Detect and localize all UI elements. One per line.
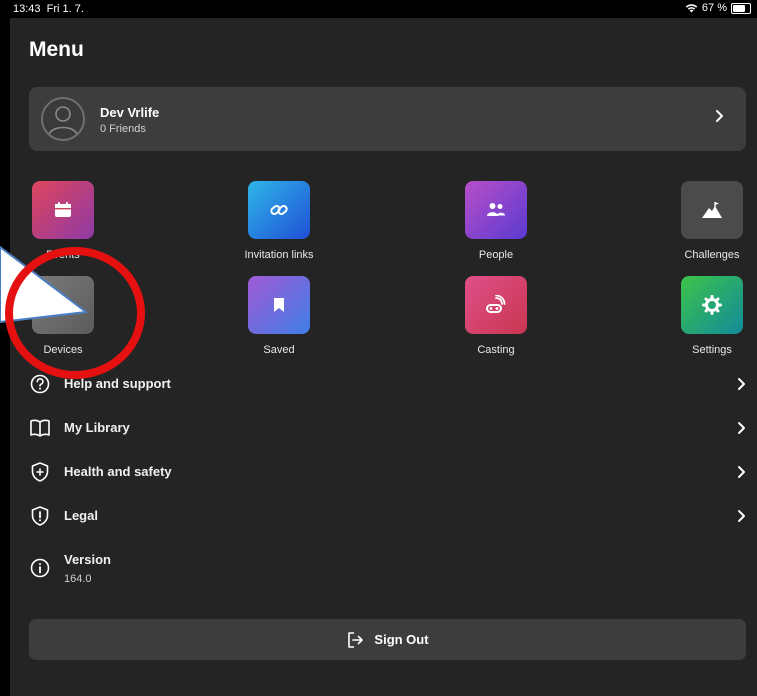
list-item-label: Health and safety — [64, 464, 172, 479]
help-icon — [30, 374, 50, 394]
tile-devices[interactable]: Devices — [10, 276, 123, 356]
version-value: 164.0 — [64, 573, 92, 585]
tile-casting[interactable]: Casting — [436, 276, 556, 356]
tile-label: Settings — [692, 344, 732, 356]
tile-challenges[interactable]: Challenges — [652, 181, 757, 261]
shield-alert-icon — [31, 506, 49, 526]
tile-invitation-links[interactable]: Invitation links — [219, 181, 339, 261]
sign-out-button[interactable]: Sign Out — [29, 619, 746, 660]
tile-people-bg — [465, 181, 527, 239]
list-item-label: My Library — [64, 420, 130, 435]
calendar-icon — [55, 202, 71, 217]
people-icon — [487, 203, 505, 216]
sign-out-label: Sign Out — [374, 632, 429, 647]
profile-friends: 0 Friends — [100, 123, 146, 135]
battery-percent: 67 % — [701, 2, 727, 14]
chevron-right-icon — [738, 510, 745, 522]
link-icon — [270, 205, 288, 215]
page-title: Menu — [29, 38, 84, 61]
tile-label: Events — [46, 249, 80, 261]
list-item-health-and-safety[interactable]: Health and safety — [29, 457, 746, 487]
list-item-version: Version 164.0 — [29, 547, 746, 591]
sign-out-icon — [348, 631, 364, 648]
status-right: 67 % — [685, 2, 751, 14]
tile-events-bg — [32, 181, 94, 239]
list-item-legal[interactable]: Legal — [29, 501, 746, 531]
chevron-right-icon — [738, 466, 745, 478]
tile-label: Challenges — [684, 249, 740, 261]
status-bar: 13:43 Fri 1. 7. 67 % — [10, 0, 757, 18]
tile-label: Devices — [43, 344, 83, 356]
user-placeholder-icon — [48, 106, 78, 136]
version-label: Version — [64, 552, 111, 567]
tile-events[interactable]: Events — [10, 181, 123, 261]
chevron-right-icon — [738, 422, 745, 434]
tile-challenges-bg — [681, 181, 743, 239]
tile-invitation-bg — [248, 181, 310, 239]
list-item-help-and-support[interactable]: Help and support — [29, 369, 746, 399]
book-icon — [30, 419, 50, 437]
mountain-icon — [702, 202, 722, 218]
tile-saved[interactable]: Saved — [219, 276, 339, 356]
tile-settings[interactable]: Settings — [652, 276, 757, 356]
bookmark-icon — [274, 298, 284, 312]
tile-label: Saved — [263, 344, 295, 356]
tile-label: Invitation links — [244, 249, 314, 261]
tile-label: Casting — [477, 344, 515, 356]
device-icon — [54, 300, 72, 310]
shield-plus-icon — [31, 462, 49, 482]
tile-saved-bg — [248, 276, 310, 334]
status-time: 13:43 Fri 1. 7. — [13, 3, 84, 15]
battery-icon — [731, 2, 751, 14]
avatar — [41, 97, 85, 141]
gear-icon — [702, 295, 722, 315]
list-item-label: Legal — [64, 508, 98, 523]
info-icon — [30, 558, 50, 578]
profile-name: Dev Vrlife — [100, 105, 160, 120]
profile-card[interactable]: Dev Vrlife 0 Friends — [29, 87, 746, 151]
tile-casting-bg — [465, 276, 527, 334]
chevron-right-icon — [738, 378, 745, 390]
wifi-icon — [685, 4, 698, 13]
list-item-my-library[interactable]: My Library — [29, 413, 746, 443]
tile-devices-bg — [32, 276, 94, 334]
app-screen: 13:43 Fri 1. 7. 67 % Menu Dev Vrlife 0 F… — [10, 0, 757, 696]
casting-icon — [486, 295, 506, 313]
chevron-right-icon — [716, 110, 723, 122]
tile-people[interactable]: People — [436, 181, 556, 261]
list-item-label: Help and support — [64, 376, 171, 391]
tile-label: People — [478, 249, 514, 261]
tile-settings-bg — [681, 276, 743, 334]
